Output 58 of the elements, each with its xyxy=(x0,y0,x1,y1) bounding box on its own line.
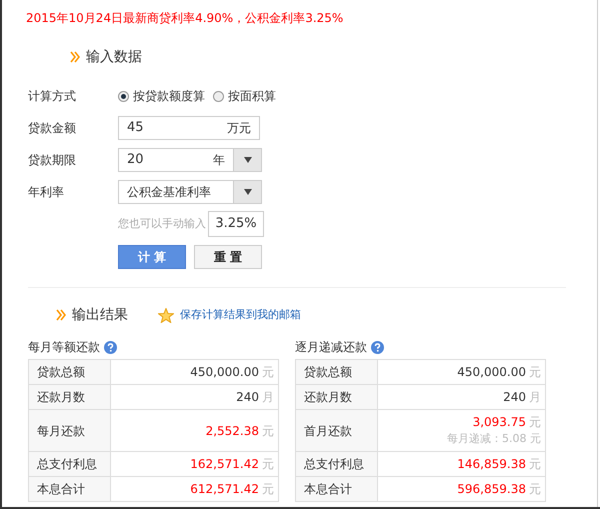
unit-text: 元 xyxy=(529,481,541,498)
row-label: 总支付利息 xyxy=(37,457,97,471)
value-text: 240 xyxy=(236,389,259,406)
action-button[interactable]: 重 置 xyxy=(194,245,262,269)
unit-text: 元 xyxy=(262,364,274,381)
value-text: 450,000.00 xyxy=(190,364,259,381)
value-text: 3,093.75 xyxy=(472,414,526,432)
row-label: 贷款总额 xyxy=(304,365,352,379)
row-label: 贷款总额 xyxy=(37,365,85,379)
unit-text: 元 xyxy=(529,456,541,473)
unit-text: 元 xyxy=(262,481,274,498)
term-select[interactable]: 20 年 xyxy=(118,148,262,172)
row-label: 还款月数 xyxy=(304,390,352,404)
chevron-icon xyxy=(56,309,66,321)
unit-text: 元 xyxy=(262,422,274,440)
value-text: 612,571.42 xyxy=(190,481,259,498)
radio-button[interactable] xyxy=(118,90,129,102)
amount-field[interactable]: 45 万元 xyxy=(118,116,260,140)
value-text: 2,552.38 xyxy=(206,422,259,440)
note-text: 每月递减：5.08 元 xyxy=(446,431,541,448)
hint-text: 您也可以手动输入 xyxy=(118,216,207,232)
row-label: 总支付利息 xyxy=(304,457,364,471)
row-label: 本息合计 xyxy=(304,482,352,496)
value-text: 162,571.42 xyxy=(190,456,259,473)
value-text: 240 xyxy=(503,389,526,406)
radio-option[interactable]: 按贷款额度算 xyxy=(118,87,205,105)
star-icon xyxy=(158,308,174,322)
unit-text: 月 xyxy=(262,389,274,406)
value-text: 596,859.38 xyxy=(457,481,526,498)
help-icon[interactable] xyxy=(104,340,117,354)
notice-text: 2015年10月24日最新商贷利率4.90%，公积金利率3.25% xyxy=(26,10,344,27)
field-label: 贷款金额 xyxy=(28,120,77,137)
unit-text: 月 xyxy=(529,389,541,406)
table-title: 每月等额还款 xyxy=(28,339,100,356)
table-title: 逐月递减还款 xyxy=(295,339,367,356)
unit-text: 元 xyxy=(529,414,541,432)
value-text: 146,859.38 xyxy=(457,456,526,473)
row-label: 还款月数 xyxy=(37,390,85,404)
field-label: 年利率 xyxy=(28,184,65,201)
field-label: 贷款期限 xyxy=(28,152,77,169)
unit-text: 元 xyxy=(529,364,541,381)
section-title: 输出结果 xyxy=(72,306,128,324)
row-label: 每月还款 xyxy=(37,424,85,438)
rate-select[interactable]: 公积金基准利率 xyxy=(118,180,262,204)
field-label: 计算方式 xyxy=(28,88,77,105)
dropdown-arrow-icon xyxy=(244,189,252,195)
unit-text: 元 xyxy=(262,456,274,473)
radio-button[interactable] xyxy=(213,90,224,102)
row-label: 本息合计 xyxy=(37,482,85,496)
help-icon[interactable] xyxy=(371,340,384,354)
radio-option[interactable]: 按面积算 xyxy=(213,87,276,105)
chevron-icon xyxy=(70,51,80,63)
save-link[interactable]: 保存计算结果到我的邮箱 xyxy=(180,306,301,324)
section-title: 输入数据 xyxy=(86,48,142,66)
row-label: 首月还款 xyxy=(304,424,352,438)
value-text: 450,000.00 xyxy=(457,364,526,381)
rate-field[interactable]: 3.25% xyxy=(208,211,264,237)
dropdown-arrow-icon xyxy=(244,157,252,163)
